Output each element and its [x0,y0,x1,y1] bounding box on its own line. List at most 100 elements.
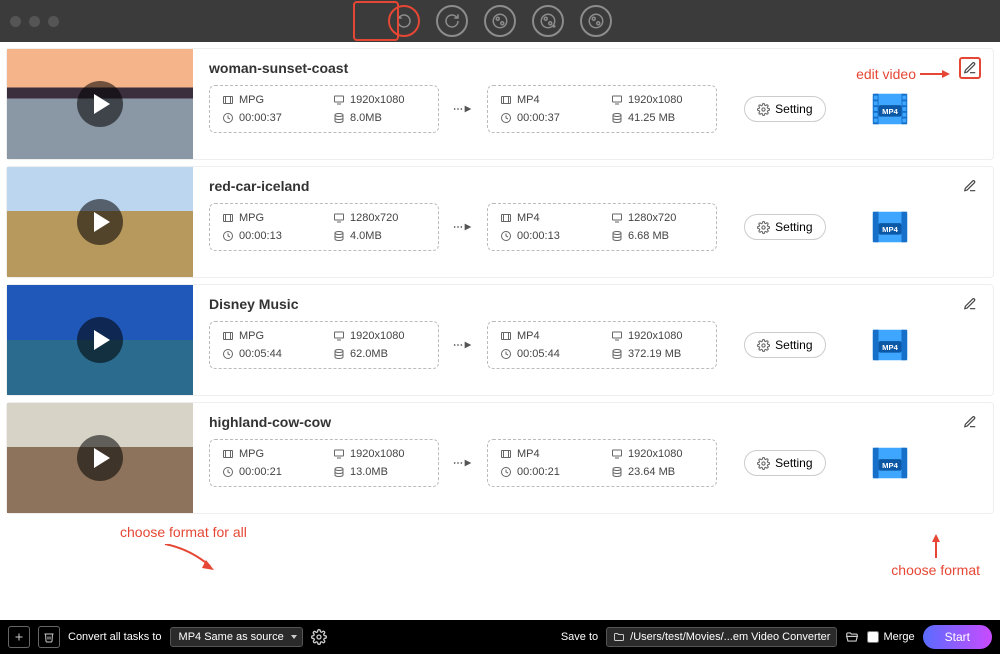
film-plus-icon[interactable] [484,5,516,37]
minimize-window-icon[interactable] [29,16,40,27]
save-path-field[interactable]: /Users/test/Movies/...em Video Converter [606,627,837,647]
arrow-right-icon [449,457,477,469]
choose-format-button[interactable]: MP4 [868,87,912,131]
source-info-card: MPG 1920x1080 00:05:44 62.0MB [209,321,439,369]
gear-icon[interactable] [311,629,327,645]
dst-duration: 00:05:44 [517,348,560,360]
start-button[interactable]: Start [923,625,992,649]
window-controls[interactable] [10,16,59,27]
setting-button[interactable]: Setting [744,450,825,476]
dst-duration: 00:00:13 [517,230,560,242]
edit-video-button[interactable] [959,411,981,433]
dst-format: MP4 [517,448,540,460]
src-format: MPG [239,212,264,224]
src-duration: 00:00:37 [239,112,282,124]
dst-duration: 00:00:37 [517,112,560,124]
open-folder-icon[interactable] [845,630,859,644]
video-thumbnail[interactable] [7,403,193,513]
source-info-card: MPG 1280x720 00:00:13 4.0MB [209,203,439,251]
dst-size: 41.25 MB [628,112,675,124]
src-format: MPG [239,448,264,460]
video-title: highland-cow-cow [209,414,331,430]
video-thumbnail[interactable] [7,167,193,277]
merge-label: Merge [883,631,914,643]
choose-format-button[interactable]: MP4 [868,205,912,249]
dst-resolution: 1280x720 [628,212,676,224]
list-item: highland-cow-cow MPG 1920x1080 00:00:21 … [6,402,994,514]
video-thumbnail[interactable] [7,49,193,159]
src-size: 4.0MB [350,230,382,242]
source-info-card: MPG 1920x1080 00:00:37 8.0MB [209,85,439,133]
refresh-icon[interactable] [388,5,420,37]
close-window-icon[interactable] [10,16,21,27]
src-resolution: 1280x720 [350,212,398,224]
play-icon[interactable] [77,199,123,245]
toolbar-mode-icons [388,5,612,37]
dst-resolution: 1920x1080 [628,330,682,342]
convert-format-value: MP4 Same as source [179,631,284,643]
dst-size: 23.64 MB [628,466,675,478]
list-item: red-car-iceland MPG 1280x720 00:00:13 4.… [6,166,994,278]
conversion-list: woman-sunset-coast MPG 1920x1080 00:00:3… [0,42,1000,620]
film-plus2-icon[interactable] [532,5,564,37]
dst-format: MP4 [517,330,540,342]
setting-label: Setting [775,338,812,352]
play-icon[interactable] [77,435,123,481]
video-title: Disney Music [209,296,298,312]
dst-resolution: 1920x1080 [628,94,682,106]
target-info-card: MP4 1280x720 00:00:13 6.68 MB [487,203,717,251]
src-size: 8.0MB [350,112,382,124]
dst-resolution: 1920x1080 [628,448,682,460]
arrow-right-icon [449,221,477,233]
svg-text:MP4: MP4 [882,343,898,352]
save-to-label: Save to [561,631,598,643]
film-icon[interactable] [580,5,612,37]
edit-video-button[interactable] [959,57,981,79]
list-item: woman-sunset-coast MPG 1920x1080 00:00:3… [6,48,994,160]
bottom-bar: Convert all tasks to MP4 Same as source … [0,620,1000,654]
play-icon[interactable] [77,81,123,127]
dst-duration: 00:00:21 [517,466,560,478]
setting-label: Setting [775,456,812,470]
setting-button[interactable]: Setting [744,214,825,240]
src-resolution: 1920x1080 [350,330,404,342]
setting-button[interactable]: Setting [744,332,825,358]
arrow-right-icon [449,103,477,115]
svg-text:MP4: MP4 [882,461,898,470]
svg-text:MP4: MP4 [882,225,898,234]
choose-format-button[interactable]: MP4 [868,323,912,367]
play-icon[interactable] [77,317,123,363]
src-size: 13.0MB [350,466,388,478]
video-title: woman-sunset-coast [209,60,348,76]
convert-format-select[interactable]: MP4 Same as source [170,627,303,647]
src-size: 62.0MB [350,348,388,360]
src-duration: 00:05:44 [239,348,282,360]
merge-checkbox[interactable]: Merge [867,631,914,643]
zoom-window-icon[interactable] [48,16,59,27]
dst-size: 6.68 MB [628,230,669,242]
list-item: Disney Music MPG 1920x1080 00:05:44 62.0… [6,284,994,396]
titlebar [0,0,1000,42]
arrow-right-icon [449,339,477,351]
add-button[interactable] [8,626,30,648]
src-duration: 00:00:21 [239,466,282,478]
setting-button[interactable]: Setting [744,96,825,122]
src-duration: 00:00:13 [239,230,282,242]
video-thumbnail[interactable] [7,285,193,395]
delete-button[interactable] [38,626,60,648]
setting-label: Setting [775,102,812,116]
convert-all-label: Convert all tasks to [68,631,162,643]
merge-input[interactable] [867,631,879,643]
dst-size: 372.19 MB [628,348,681,360]
refresh-dim-icon[interactable] [436,5,468,37]
src-resolution: 1920x1080 [350,94,404,106]
edit-video-button[interactable] [959,175,981,197]
choose-format-button[interactable]: MP4 [868,441,912,485]
save-path-value: /Users/test/Movies/...em Video Converter [630,631,830,643]
target-info-card: MP4 1920x1080 00:00:21 23.64 MB [487,439,717,487]
svg-text:MP4: MP4 [882,107,898,116]
src-format: MPG [239,94,264,106]
edit-video-button[interactable] [959,293,981,315]
setting-label: Setting [775,220,812,234]
target-info-card: MP4 1920x1080 00:00:37 41.25 MB [487,85,717,133]
